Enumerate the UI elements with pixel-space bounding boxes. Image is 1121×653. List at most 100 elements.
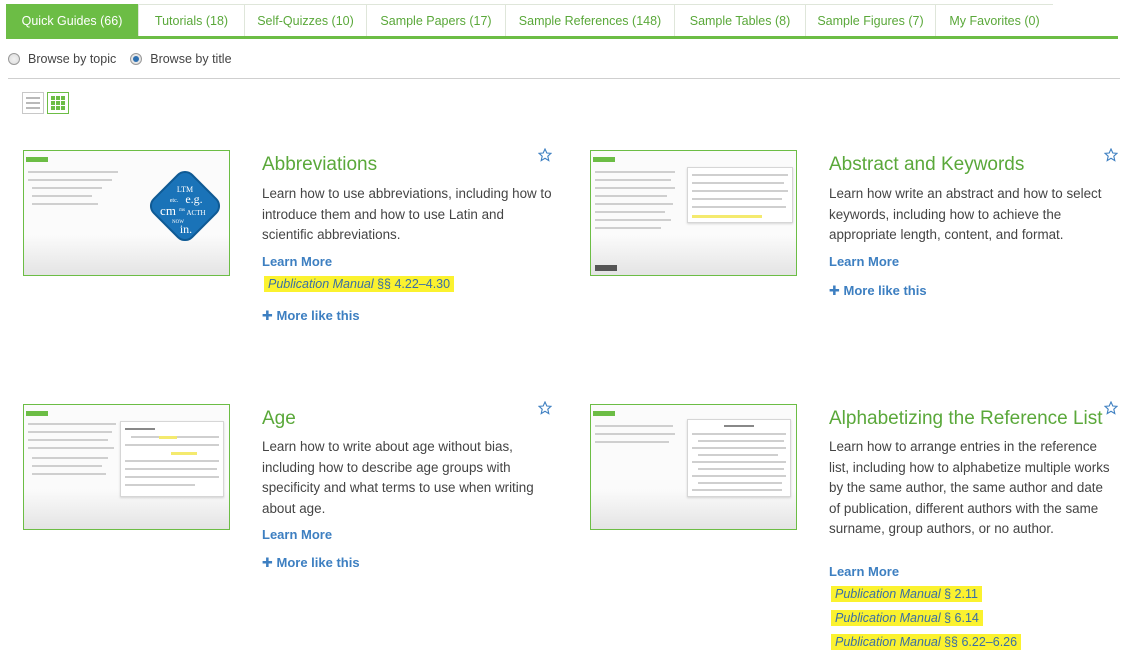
- svg-text:ACTH: ACTH: [186, 209, 205, 217]
- ref-section: §§ 4.22–4.30: [373, 277, 451, 291]
- browse-by-title-radio[interactable]: [130, 53, 143, 65]
- publication-manual-ref[interactable]: Publication Manual §§ 6.22–6.26: [831, 634, 1022, 650]
- card-title-age[interactable]: Age: [262, 408, 296, 430]
- favorite-star-icon[interactable]: [538, 148, 552, 162]
- thumbnail-tag: [26, 411, 48, 416]
- list-view-button[interactable]: [22, 92, 44, 114]
- thumbnail-text-line: [595, 211, 665, 213]
- thumbnail-text-line: [28, 171, 118, 173]
- thumbnail-text-line: [692, 190, 788, 192]
- thumbnail-text-line: [32, 195, 92, 197]
- favorite-star-icon[interactable]: [538, 401, 552, 415]
- thumbnail-text-line: [595, 203, 673, 205]
- thumbnail-text-line: [692, 182, 784, 184]
- grid-view-button[interactable]: [47, 92, 69, 114]
- ref-section: § 6.14: [940, 611, 979, 625]
- card-title-abstract-keywords[interactable]: Abstract and Keywords: [829, 154, 1024, 176]
- tab-sample-references[interactable]: Sample References (148): [505, 4, 674, 36]
- thumbnail-text-line: [692, 489, 782, 491]
- learn-more-link-abstract-keywords[interactable]: Learn More: [829, 254, 899, 269]
- browse-by-topic-label: Browse by topic: [28, 52, 117, 66]
- ref-section: §§ 6.22–6.26: [940, 635, 1018, 649]
- thumbnail-tag: [26, 157, 48, 162]
- thumbnail-text-line: [692, 447, 786, 449]
- thumbnail-text-line: [692, 174, 788, 176]
- thumbnail-text-line: [692, 433, 786, 435]
- thumbnail-text-line: [32, 457, 108, 459]
- publication-manual-ref[interactable]: Publication Manual § 6.14: [831, 610, 983, 626]
- thumbnail-text-line: [32, 473, 106, 475]
- thumbnail-text-line: [692, 198, 782, 200]
- browse-options: Browse by topic Browse by title: [8, 52, 246, 66]
- favorite-star-icon[interactable]: [1104, 148, 1118, 162]
- thumbnail-text-line: [595, 441, 669, 443]
- thumbnail-heading-line: [125, 428, 155, 430]
- thumbnail-text-line: [125, 468, 217, 470]
- card-title-alphabetizing[interactable]: Alphabetizing the Reference List: [829, 408, 1103, 430]
- publication-manual-ref[interactable]: Publication Manual §§ 4.22–4.30: [264, 276, 455, 292]
- browse-by-title-label: Browse by title: [150, 52, 232, 66]
- thumbnail-heading-line: [724, 425, 754, 427]
- thumbnail-tag: [593, 411, 615, 416]
- learn-more-link-abbreviations[interactable]: Learn More: [262, 254, 332, 269]
- publication-manual-ref[interactable]: Publication Manual § 2.11: [831, 586, 982, 602]
- thumbnail-text-line: [595, 227, 661, 229]
- ref-prefix: Publication Manual: [268, 277, 374, 291]
- thumbnail-badge: [595, 265, 617, 271]
- thumbnail-text-line: [595, 425, 673, 427]
- browse-by-topic-option[interactable]: Browse by topic: [8, 52, 116, 66]
- abbreviations-thumbnail[interactable]: LTM etc. e.g. cm ms ACTH NOW in.: [23, 150, 230, 276]
- learn-more-link-alphabetizing[interactable]: Learn More: [829, 564, 899, 579]
- age-thumbnail[interactable]: [23, 404, 230, 530]
- thumbnail-text-line: [692, 475, 786, 477]
- thumbnail-text-line: [698, 482, 782, 484]
- plus-icon: ✚: [262, 555, 277, 570]
- svg-text:in.: in.: [180, 222, 192, 236]
- tab-my-favorites[interactable]: My Favorites (0): [935, 4, 1053, 36]
- thumbnail-text-line: [125, 460, 219, 462]
- thumbnail-text-line: [595, 433, 675, 435]
- card-title-abbreviations[interactable]: Abbreviations: [262, 154, 377, 176]
- thumbnail-text-line: [28, 179, 112, 181]
- tab-sample-tables[interactable]: Sample Tables (8): [674, 4, 805, 36]
- thumbnail-text-line: [595, 219, 671, 221]
- learn-more-link-age[interactable]: Learn More: [262, 527, 332, 542]
- thumbnail-highlight: [692, 215, 762, 218]
- thumbnail-text-line: [32, 187, 102, 189]
- thumbnail-text-line: [28, 431, 112, 433]
- thumbnail-highlight: [159, 436, 177, 439]
- thumbnail-text-line: [32, 203, 98, 205]
- thumbnail-tag: [593, 157, 615, 162]
- thumbnail-document: [687, 419, 791, 497]
- thumbnail-highlight: [171, 452, 197, 455]
- resource-tabs: Quick Guides (66) Tutorials (18) Self-Qu…: [6, 4, 1118, 39]
- thumbnail-text-line: [125, 476, 219, 478]
- more-like-this-abstract-keywords[interactable]: ✚ More like this: [829, 283, 927, 299]
- thumbnail-text-line: [125, 444, 219, 446]
- thumbnail-text-line: [28, 439, 108, 441]
- thumbnail-text-line: [595, 171, 675, 173]
- abbreviation-badge-image: LTM etc. e.g. cm ms ACTH NOW in.: [149, 170, 221, 242]
- tab-self-quizzes[interactable]: Self-Quizzes (10): [244, 4, 366, 36]
- alphabetizing-thumbnail[interactable]: [590, 404, 797, 530]
- tab-sample-papers[interactable]: Sample Papers (17): [366, 4, 505, 36]
- plus-icon: ✚: [262, 308, 277, 323]
- browse-by-topic-radio[interactable]: [8, 53, 20, 65]
- thumbnail-text-line: [595, 179, 671, 181]
- more-like-this-age[interactable]: ✚ More like this: [262, 555, 360, 571]
- tab-quick-guides[interactable]: Quick Guides (66): [6, 4, 138, 36]
- card-description-alphabetizing: Learn how to arrange entries in the refe…: [829, 439, 1110, 536]
- thumbnail-text-line: [125, 484, 195, 486]
- more-like-this-abbreviations[interactable]: ✚ More like this: [262, 308, 360, 324]
- tab-tutorials[interactable]: Tutorials (18): [138, 4, 244, 36]
- grid-view-icon: [51, 96, 65, 110]
- ref-section: § 2.11: [940, 587, 978, 601]
- abstract-keywords-thumbnail[interactable]: [590, 150, 797, 276]
- favorite-star-icon[interactable]: [1104, 401, 1118, 415]
- thumbnail-text-line: [32, 465, 102, 467]
- browse-by-title-option[interactable]: Browse by title: [130, 52, 232, 66]
- svg-text:ms: ms: [179, 208, 185, 213]
- svg-text:e.g.: e.g.: [185, 192, 202, 206]
- thumbnail-text-line: [595, 187, 675, 189]
- tab-sample-figures[interactable]: Sample Figures (7): [805, 4, 935, 36]
